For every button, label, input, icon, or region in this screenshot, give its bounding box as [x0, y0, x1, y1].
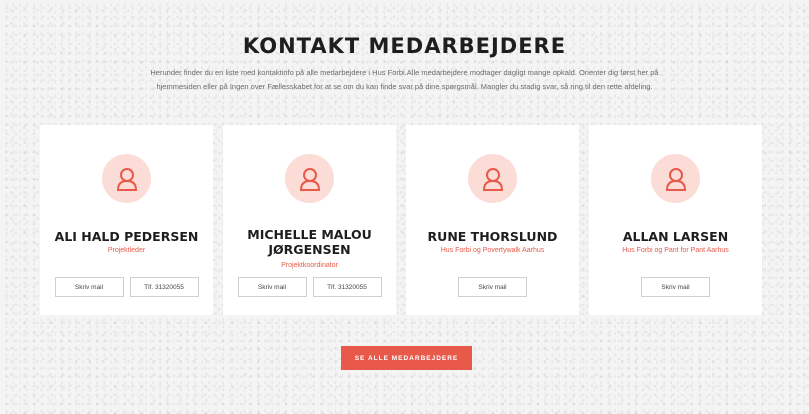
employee-name: Rune Thorslund	[412, 229, 573, 244]
contact-buttons: Skriv mail Tlf. 31320055	[40, 277, 213, 297]
user-icon	[285, 154, 334, 203]
employee-name: Ali Hald Pedersen	[46, 229, 207, 244]
employee-card: Allan Larsen Hus Forbi og Pant for Pant …	[589, 125, 762, 315]
section-title: Kontakt medarbejdere	[242, 34, 567, 58]
employee-card: Ali Hald Pedersen Projektleder Skriv mai…	[40, 125, 213, 315]
employee-cards: Ali Hald Pedersen Projektleder Skriv mai…	[40, 125, 762, 315]
employee-name-line-2: Jørgensen	[268, 242, 351, 257]
intro-line-1: Herunder finder du en liste med kontakti…	[150, 68, 659, 77]
phone-button[interactable]: Tlf. 31320055	[312, 277, 382, 297]
phone-button[interactable]: Tlf. 31320055	[129, 277, 199, 297]
write-mail-button[interactable]: Skriv mail	[458, 277, 527, 297]
employee-card: Rune Thorslund Hus Forbi og Povertywalk …	[406, 125, 579, 315]
employee-name-line-1: Rune Thorslund	[427, 229, 558, 244]
user-icon	[651, 154, 700, 203]
user-icon	[102, 154, 151, 203]
employee-role: Projektleder	[107, 247, 146, 254]
employee-name: Allan Larsen	[595, 229, 756, 244]
employee-name-line-1: Ali Hald Pedersen	[54, 229, 199, 244]
employee-name-line-1: Allan Larsen	[622, 229, 729, 244]
employee-name-line-1: Michelle Malou	[247, 227, 372, 242]
employee-role: Hus Forbi og Povertywalk Aarhus	[440, 247, 545, 254]
contact-buttons: Skriv mail	[589, 277, 762, 297]
section-intro: Herunder finder du en liste med kontakti…	[130, 66, 679, 94]
write-mail-button[interactable]: Skriv mail	[641, 277, 710, 297]
write-mail-button[interactable]: Skriv mail	[237, 277, 307, 297]
contact-buttons: Skriv mail Tlf. 31320055	[223, 277, 396, 297]
contact-buttons: Skriv mail	[406, 277, 579, 297]
user-icon	[468, 154, 517, 203]
write-mail-button[interactable]: Skriv mail	[54, 277, 124, 297]
intro-line-2: hjemmesiden eller på Ingen over Fællessk…	[156, 82, 653, 91]
employee-role: Projektkoordinator	[281, 262, 338, 269]
employee-card: Michelle Malou Jørgensen Projektkoordina…	[223, 125, 396, 315]
see-all-employees-button[interactable]: Se alle medarbejdere	[341, 346, 472, 370]
employee-name: Michelle Malou Jørgensen	[229, 227, 390, 257]
employee-role: Hus Forbi og Pant for Pant Aarhus	[622, 247, 729, 254]
